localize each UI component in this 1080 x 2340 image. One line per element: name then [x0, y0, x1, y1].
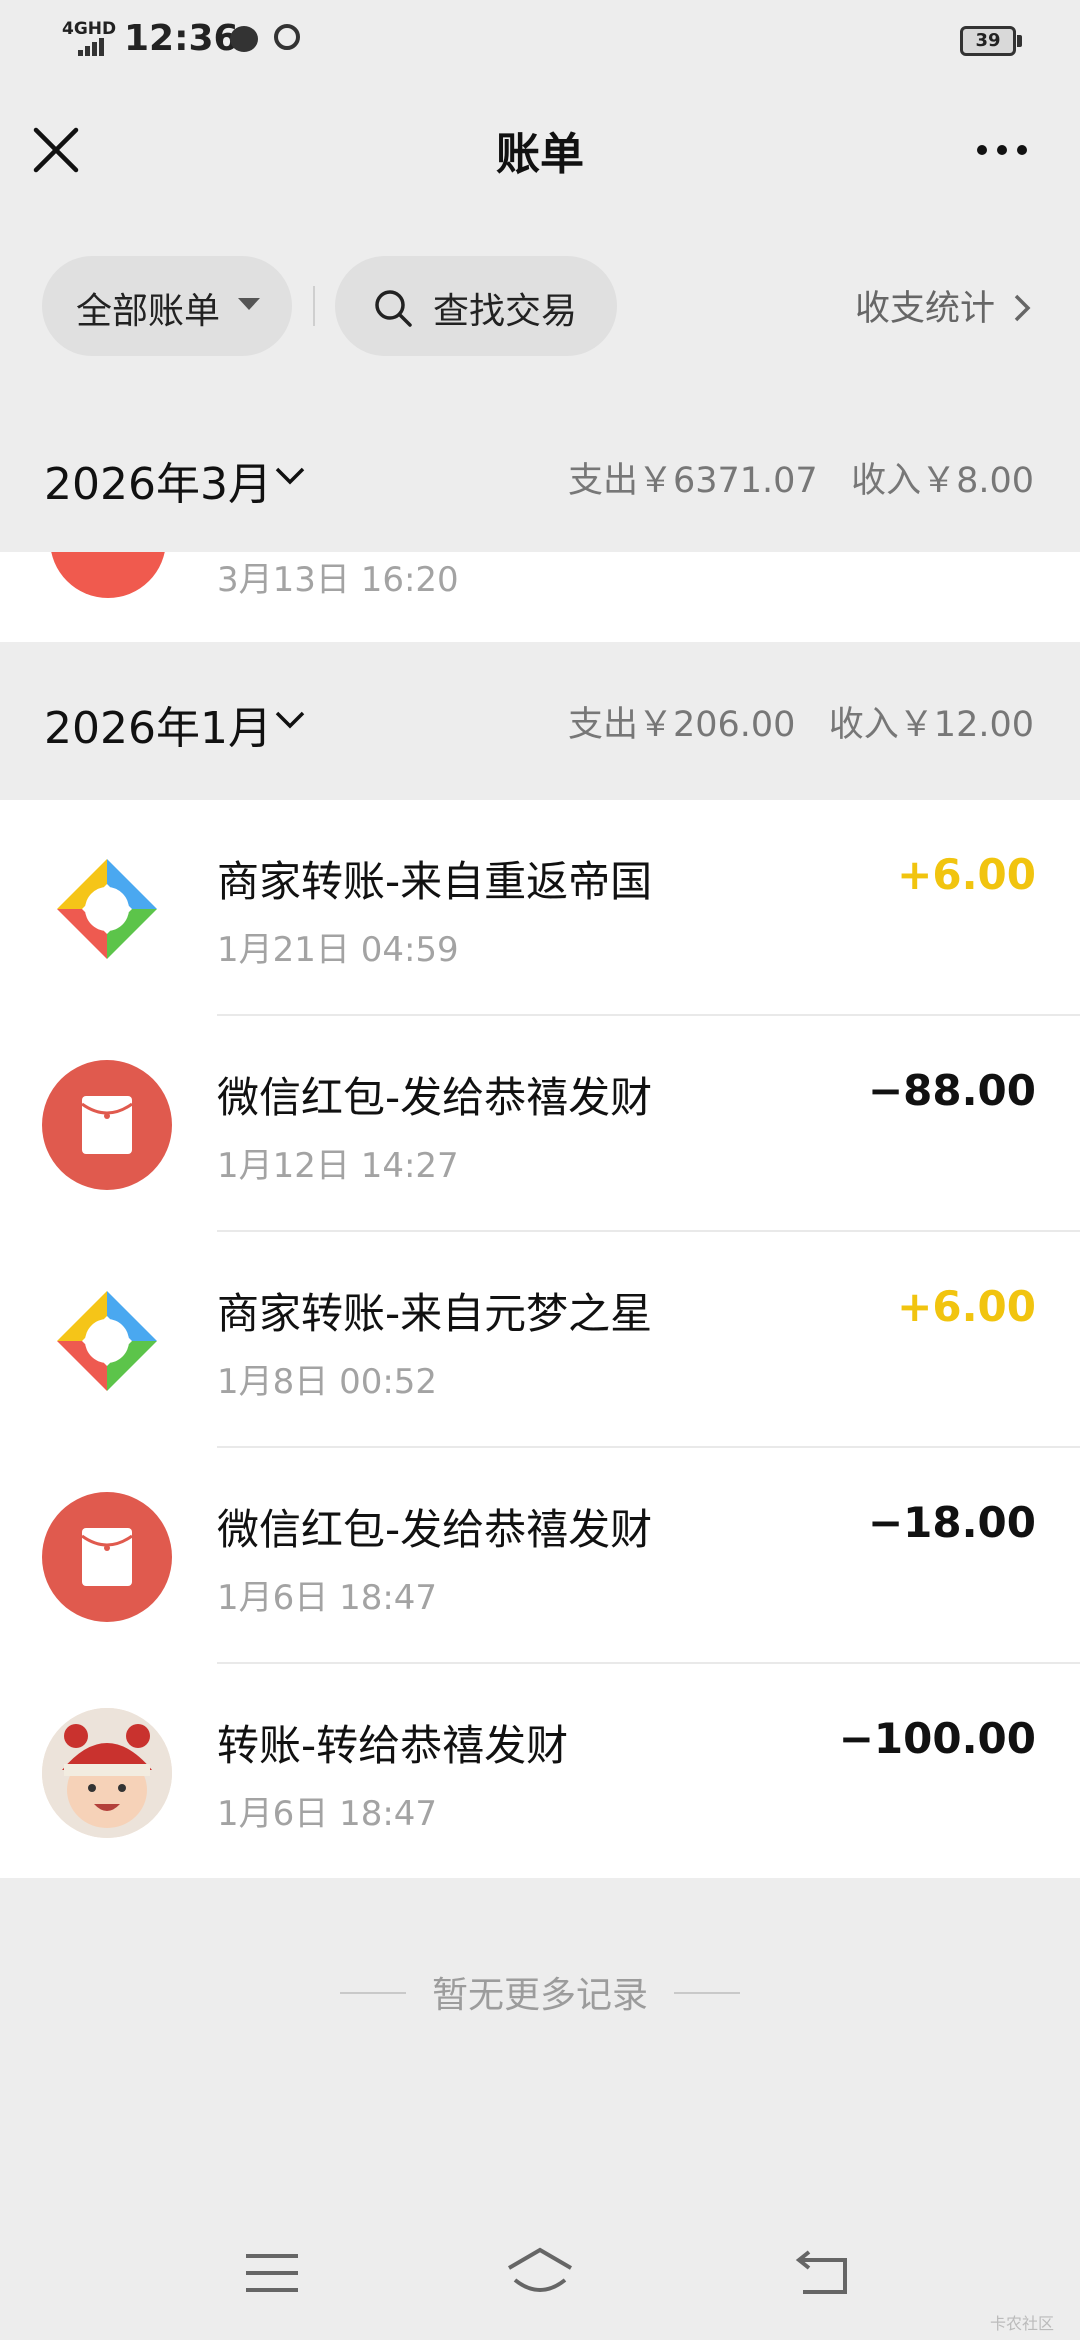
- transaction-row[interactable]: 微信红包-发给恭禧发财 1月6日 18:47 −18.00: [0, 1448, 1080, 1664]
- month-summary: 支出￥6371.07 收入￥8.00: [567, 461, 1034, 501]
- red-packet-icon: [50, 552, 166, 598]
- status-time: 12:36: [124, 18, 239, 59]
- month-title: 2026年1月: [44, 703, 272, 754]
- transaction-row[interactable]: 微信红包-发给恭禧发财 1月12日 14:27 −88.00: [0, 1016, 1080, 1232]
- status-bar: 4GHD 12:36 39: [0, 0, 1080, 84]
- transaction-amount: +6.00: [897, 850, 1036, 899]
- red-packet-icon: [42, 1492, 172, 1622]
- partial-transaction-row[interactable]: 3月13日 16:20: [0, 552, 1080, 642]
- back-icon[interactable]: [795, 2248, 851, 2296]
- filter-divider: [313, 286, 315, 326]
- all-bills-label: 全部账单: [76, 291, 221, 332]
- stats-label: 收支统计: [855, 289, 996, 329]
- search-icon: [375, 290, 412, 327]
- more-options-icon[interactable]: [970, 128, 1034, 172]
- dropdown-triangle-icon: [238, 298, 260, 310]
- transaction-time: 3月13日 16:20: [217, 560, 459, 600]
- transaction-amount: −18.00: [867, 1498, 1036, 1547]
- signal-icon: [78, 38, 104, 56]
- transaction-time: 1月8日 00:52: [217, 1362, 438, 1402]
- transaction-time: 1月6日 18:47: [217, 1794, 438, 1834]
- merchant-transfer-icon: [42, 844, 172, 974]
- system-navigation-bar: 卡农社区: [0, 2220, 1080, 2340]
- transaction-title: 商家转账-来自元梦之星: [217, 1289, 653, 1338]
- transaction-time: 1月6日 18:47: [217, 1578, 438, 1618]
- income-expense-stats-link[interactable]: 收支统计: [855, 280, 1031, 331]
- month-header-january[interactable]: 2026年1月 支出￥206.00 收入￥12.00: [0, 644, 1080, 800]
- merchant-transfer-icon: [42, 1276, 172, 1406]
- month-header-march[interactable]: 2026年3月 支出￥6371.07 收入￥8.00: [0, 400, 1080, 552]
- chevron-right-icon: [1014, 294, 1031, 322]
- battery-tip-icon: [1017, 35, 1022, 47]
- message-notification-icon: [230, 26, 258, 52]
- transaction-title: 转账-转给恭禧发财: [217, 1721, 569, 1770]
- month-title: 2026年3月: [44, 459, 272, 510]
- transaction-time: 1月21日 04:59: [217, 930, 459, 970]
- menu-icon[interactable]: [244, 2250, 300, 2296]
- transaction-row[interactable]: 商家转账-来自重返帝国 1月21日 04:59 +6.00: [0, 800, 1080, 1016]
- transaction-title: 微信红包-发给恭禧发财: [217, 1073, 653, 1122]
- all-bills-filter-button[interactable]: 全部账单: [42, 256, 292, 356]
- watermark: 卡农社区: [990, 2314, 1055, 2333]
- footer-line-right: [674, 1992, 740, 1994]
- page-title: 账单: [496, 129, 584, 180]
- chevron-down-icon: [275, 467, 305, 485]
- battery-indicator: 39: [960, 26, 1016, 56]
- no-more-records-text: 暂无更多记录: [431, 1975, 648, 2016]
- transaction-title: 商家转账-来自重返帝国: [217, 857, 653, 906]
- transaction-amount: −88.00: [867, 1066, 1036, 1115]
- transaction-amount: +6.00: [897, 1282, 1036, 1331]
- home-icon[interactable]: [505, 2246, 575, 2298]
- chevron-down-icon: [275, 711, 305, 729]
- transaction-time: 1月12日 14:27: [217, 1146, 459, 1186]
- transaction-amount: −100.00: [838, 1714, 1036, 1763]
- red-packet-icon: [42, 1060, 172, 1190]
- transaction-row[interactable]: 转账-转给恭禧发财 1月6日 18:47 −100.00: [0, 1664, 1080, 1880]
- month-summary: 支出￥206.00 收入￥12.00: [567, 705, 1034, 745]
- january-transaction-list: 商家转账-来自重返帝国 1月21日 04:59 +6.00 微信红包-发给恭禧发…: [0, 800, 1080, 1878]
- transaction-title: 微信红包-发给恭禧发财: [217, 1505, 653, 1554]
- baby-avatar: [42, 1708, 172, 1838]
- transaction-row[interactable]: 商家转账-来自元梦之星 1月8日 00:52 +6.00: [0, 1232, 1080, 1448]
- carrier-icon: [274, 24, 300, 50]
- search-transactions-button[interactable]: 查找交易: [335, 256, 617, 356]
- network-indicator: 4GHD: [62, 19, 117, 39]
- search-label: 查找交易: [433, 291, 578, 332]
